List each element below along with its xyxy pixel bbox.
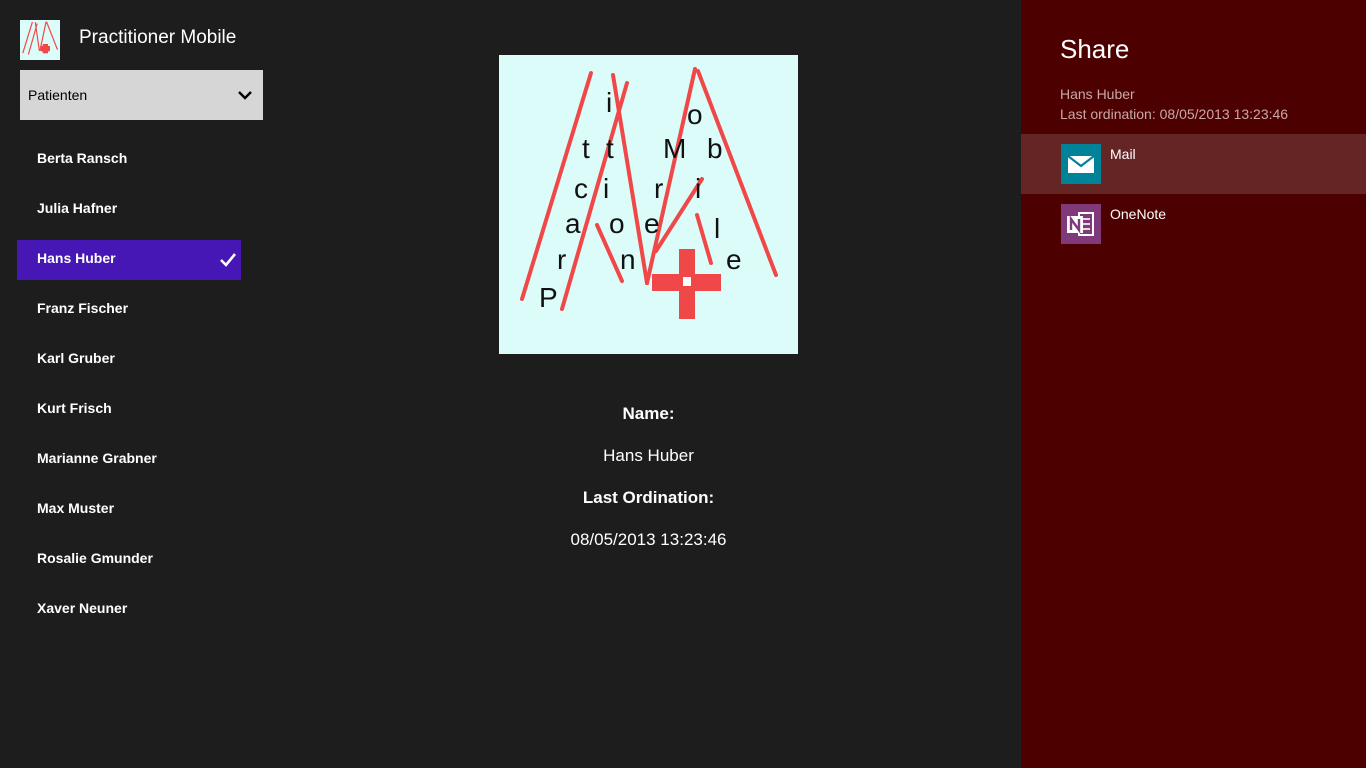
share-target-label: Mail [1110, 146, 1136, 162]
mail-icon [1061, 144, 1101, 184]
svg-text:c: c [574, 173, 588, 204]
onenote-icon [1061, 204, 1101, 244]
share-target-mail[interactable]: Mail [1021, 134, 1366, 194]
patient-name: Kurt Frisch [37, 400, 112, 416]
patient-list-item[interactable]: Berta Ransch [17, 140, 241, 180]
svg-text:e: e [726, 244, 742, 275]
dropdown-selected-value: Patienten [28, 87, 88, 103]
svg-text:P: P [539, 282, 558, 313]
last-ordination-label: Last Ordination: [582, 488, 715, 507]
patient-list: Berta Ransch Julia Hafner Hans Huber Franz … [17, 140, 241, 640]
patient-photo: i o t t M b c i r i a o e l r n e P [499, 55, 798, 354]
chevron-down-icon [238, 91, 252, 100]
patient-list-item[interactable]: Max Muster [17, 490, 241, 530]
patient-name: Julia Hafner [37, 200, 118, 216]
svg-text:t: t [606, 133, 614, 164]
svg-text:e: e [644, 208, 660, 239]
svg-text:o: o [609, 208, 625, 239]
checkmark-icon [220, 253, 237, 267]
name-value: Hans Huber [603, 446, 694, 465]
share-item-description: Last ordination: 08/05/2013 13:23:46 [1060, 106, 1289, 122]
patient-name: Hans Huber [37, 250, 116, 266]
last-ordination-value: 08/05/2013 13:23:46 [570, 530, 727, 549]
patient-name: Marianne Grabner [37, 450, 157, 466]
patient-name: Berta Ransch [37, 150, 128, 166]
app-title: Practitioner Mobile [79, 27, 237, 48]
svg-text:n: n [620, 244, 636, 275]
svg-text:i: i [606, 87, 612, 118]
svg-text:r: r [654, 173, 663, 204]
share-title: Share [1060, 34, 1130, 64]
patient-list-item[interactable]: Marianne Grabner [17, 440, 241, 480]
patient-name: Karl Gruber [37, 350, 115, 366]
svg-text:b: b [707, 133, 723, 164]
patient-list-item[interactable]: Kurt Frisch [17, 390, 241, 430]
patient-list-item[interactable]: Karl Gruber [17, 340, 241, 380]
patient-details: Name: Hans Huber Last Ordination: 08/05/… [499, 400, 798, 568]
svg-text:r: r [557, 244, 566, 275]
svg-text:t: t [582, 133, 590, 164]
patient-name: Max Muster [37, 500, 115, 516]
svg-text:l: l [714, 213, 720, 244]
share-target-label: OneNote [1110, 206, 1167, 222]
category-dropdown[interactable]: Patienten [20, 70, 263, 120]
svg-text:M: M [663, 133, 686, 164]
patient-list-item[interactable]: Franz Fischer [17, 290, 241, 330]
patient-list-item[interactable]: Hans Huber [17, 240, 241, 280]
patient-list-item[interactable]: Rosalie Gmunder [17, 540, 241, 580]
patient-list-item[interactable]: Xaver Neuner [17, 590, 241, 630]
svg-text:i: i [603, 173, 609, 204]
app-logo [20, 20, 60, 60]
patient-name: Franz Fischer [37, 300, 129, 316]
patient-list-item[interactable]: Julia Hafner [17, 190, 241, 230]
share-target-onenote[interactable]: OneNote [1021, 194, 1366, 254]
patient-name: Xaver Neuner [37, 600, 128, 616]
svg-text:a: a [565, 208, 581, 239]
share-pane: Share Hans Huber Last ordination: 08/05/… [1021, 0, 1366, 768]
svg-text:o: o [687, 99, 703, 130]
svg-text:i: i [695, 173, 701, 204]
share-item-title: Hans Huber [1060, 86, 1135, 102]
patient-name: Rosalie Gmunder [37, 550, 153, 566]
name-label: Name: [622, 404, 675, 423]
